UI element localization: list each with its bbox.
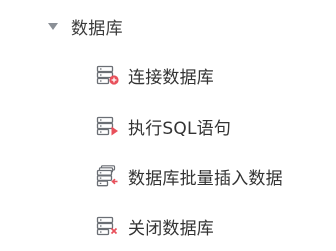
tree-group-database[interactable]: 数据库 <box>48 10 123 42</box>
db-close-icon <box>96 215 120 237</box>
db-batch-insert-icon <box>96 165 120 187</box>
tree-item-connect-database[interactable]: 连接数据库 <box>96 59 214 91</box>
tree-item-label: 执行SQL语句 <box>128 118 232 139</box>
tree-item-label: 数据库批量插入数据 <box>128 168 283 189</box>
db-connect-icon <box>96 64 120 86</box>
caret-down-icon[interactable] <box>48 23 58 30</box>
tree-group-label: 数据库 <box>71 18 123 39</box>
tree-item-execute-sql[interactable]: 执行SQL语句 <box>96 110 231 142</box>
activity-tree: 数据库 连接数据库 执行SQL语句 数据库批量插入数据 关闭数据库 <box>0 0 336 251</box>
db-execute-sql-icon <box>96 115 120 137</box>
tree-item-close-database[interactable]: 关闭数据库 <box>96 210 214 242</box>
tree-item-batch-insert[interactable]: 数据库批量插入数据 <box>96 160 283 192</box>
tree-item-label: 关闭数据库 <box>128 218 214 239</box>
tree-item-label: 连接数据库 <box>128 67 214 88</box>
